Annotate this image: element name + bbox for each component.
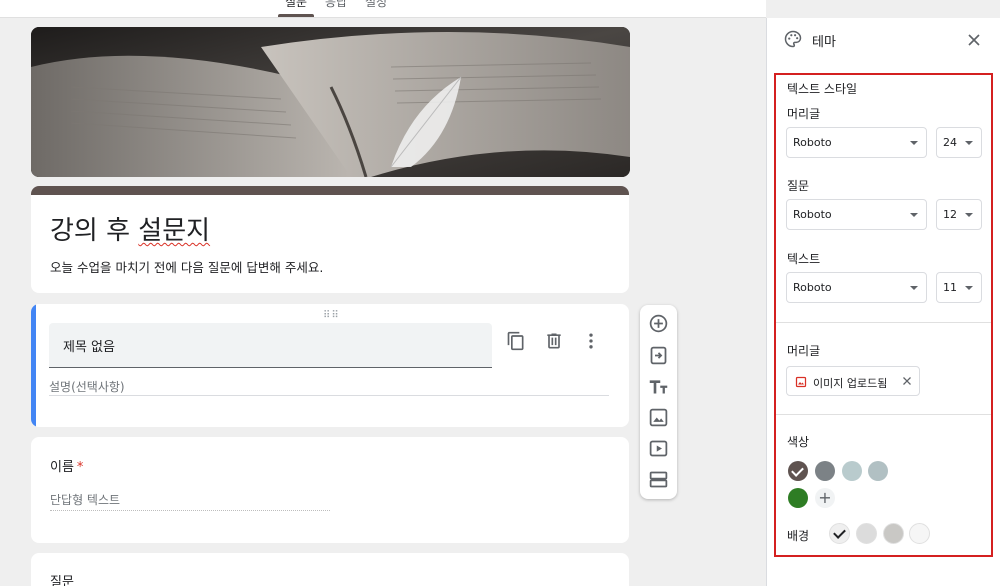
form-title-card[interactable]: 강의 후 설문지 오늘 수업을 마치기 전에 다음 질문에 답변해 주세요.	[31, 186, 629, 293]
add-image-icon[interactable]	[648, 407, 669, 428]
more-options-icon[interactable]	[581, 331, 601, 351]
question-label: 이름 *	[50, 456, 83, 475]
section-title-input[interactable]: 제목 없음	[49, 323, 492, 368]
form-title-prefix: 강의 후	[50, 216, 139, 246]
highlight-box	[774, 73, 993, 557]
question-card-name[interactable]: 이름 * 단답형 텍스트	[31, 437, 629, 543]
short-answer-field: 단답형 텍스트	[50, 489, 330, 511]
section-card[interactable]: ⠿⠿ 제목 없음 설명(선택사항)	[31, 304, 629, 427]
active-tab-indicator	[278, 14, 314, 17]
section-description-input[interactable]: 설명(선택사항)	[49, 376, 609, 396]
section-title-value: 제목 없음	[63, 340, 115, 355]
palette-icon	[784, 30, 802, 48]
form-description[interactable]: 오늘 수업을 마치기 전에 다음 질문에 답변해 주세요.	[50, 257, 323, 276]
drag-handle-icon[interactable]: ⠿⠿	[323, 310, 340, 321]
add-video-icon[interactable]	[648, 438, 669, 459]
question-title: 질문	[50, 575, 74, 586]
close-icon[interactable]	[964, 30, 984, 50]
question-title: 이름	[50, 460, 74, 475]
import-questions-icon[interactable]	[648, 345, 669, 366]
theme-panel-title: 테마	[812, 35, 836, 50]
delete-icon[interactable]	[544, 331, 564, 351]
theme-color-bar	[31, 186, 629, 195]
theme-panel-header: 테마	[767, 18, 1000, 64]
header-image	[31, 27, 630, 177]
required-mark: *	[76, 460, 84, 475]
form-title[interactable]: 강의 후 설문지	[50, 210, 210, 247]
short-answer-placeholder: 단답형 텍스트	[50, 493, 121, 507]
tab-settings[interactable]: 설정	[365, 0, 387, 10]
add-question-icon[interactable]	[648, 313, 669, 334]
add-section-icon[interactable]	[648, 469, 669, 490]
top-tabs: 질문 응답 설정	[0, 0, 766, 18]
question-card[interactable]: 질문	[31, 553, 629, 586]
active-card-indicator	[31, 304, 36, 427]
form-title-spellcheck-word: 설문지	[138, 216, 211, 246]
section-description-placeholder: 설명(선택사항)	[49, 380, 125, 394]
add-title-icon[interactable]	[648, 376, 669, 397]
tab-questions[interactable]: 질문	[285, 0, 307, 10]
floating-toolbar	[640, 305, 677, 499]
tab-responses[interactable]: 응답	[325, 0, 347, 10]
duplicate-icon[interactable]	[506, 331, 526, 351]
